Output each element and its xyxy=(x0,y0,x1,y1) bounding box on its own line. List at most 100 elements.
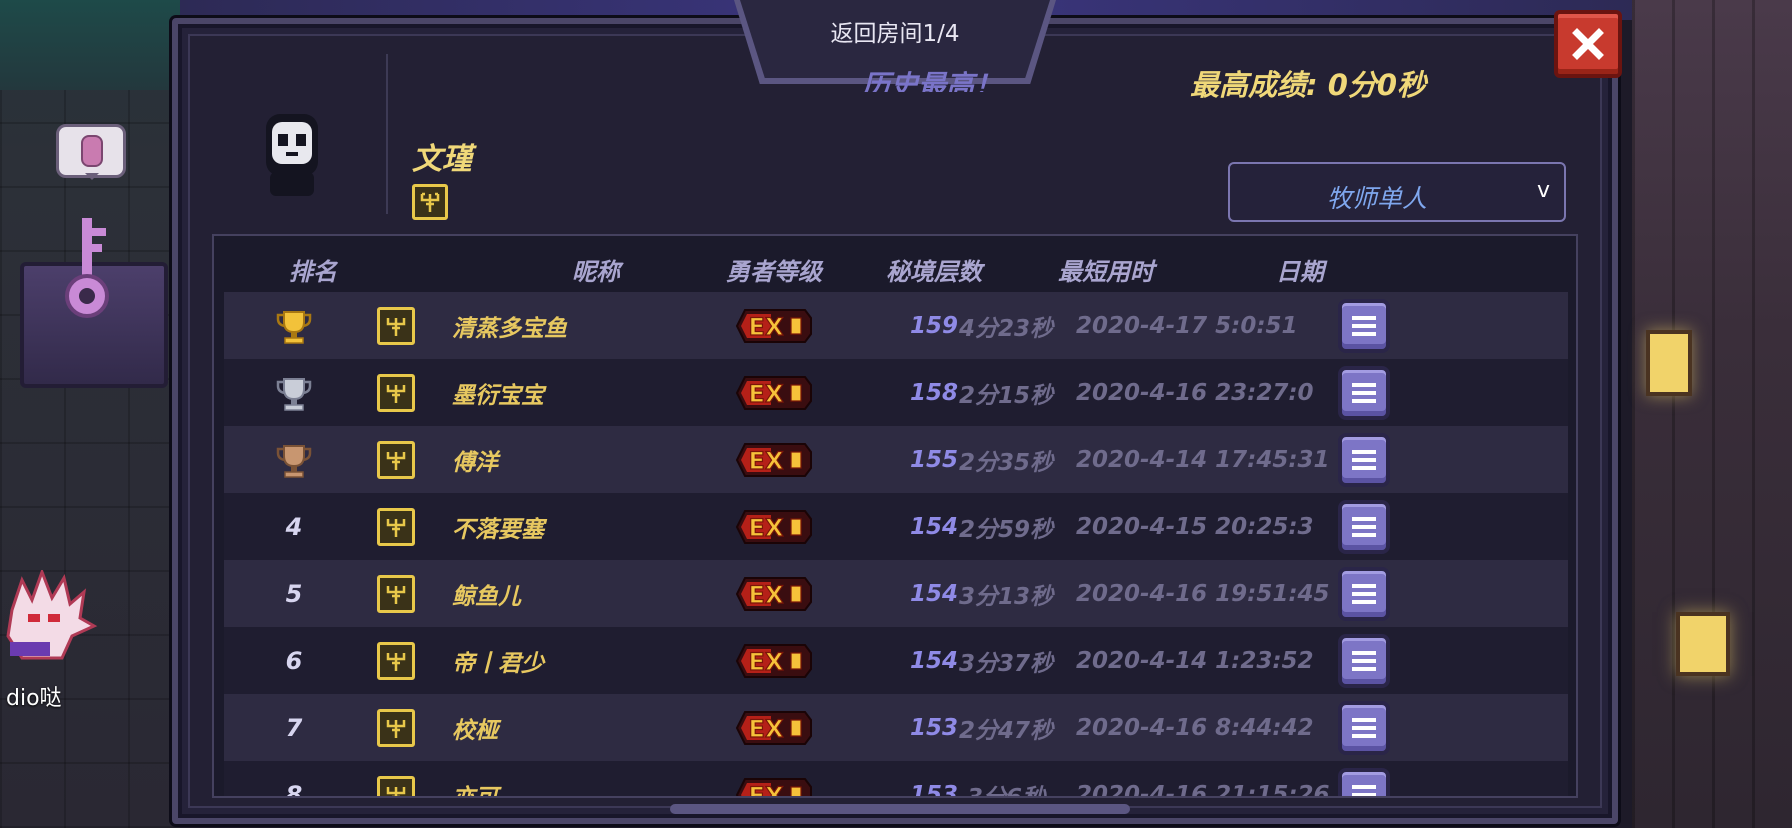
rank-number: 4 xyxy=(285,512,303,541)
rank-number: 8 xyxy=(285,780,303,798)
npc-speech-bubble[interactable] xyxy=(56,124,126,180)
player-nameplate: dio哒 xyxy=(6,686,62,711)
table-row[interactable]: 傅洋 EX 155 2分35秒 2020-4-14 17:45:31 xyxy=(224,426,1568,493)
mode-dropdown[interactable]: 牧师单人 v xyxy=(1228,162,1566,222)
player-character-sprite[interactable] xyxy=(2,570,102,662)
table-row[interactable]: 5 鲸鱼儿 EX 154 3分13秒 2020-4-16 19:51:45 xyxy=(224,560,1568,627)
badge-cell xyxy=(366,694,426,761)
horizontal-scrollbar[interactable] xyxy=(670,804,1130,814)
nickname[interactable]: 不落要塞 xyxy=(452,510,544,544)
key-icon xyxy=(65,218,109,318)
table-row[interactable]: 清蒸多宝鱼 EX 159 4分23秒 2020-4-17 5:0:51 xyxy=(224,292,1568,359)
hero-level-cell: EX xyxy=(694,761,854,799)
row-menu-button[interactable] xyxy=(1338,298,1390,353)
table-row[interactable]: 7 校桠 EX 153 2分47秒 2020-4-16 8:44:42 xyxy=(224,694,1568,761)
ex-level-icon: EX xyxy=(735,641,813,681)
trophy-icon xyxy=(276,444,312,478)
hero-level-cell: EX xyxy=(694,560,854,627)
row-menu-button[interactable] xyxy=(1338,700,1390,755)
menu-icon xyxy=(1352,449,1376,470)
fastest-time: 2分59秒 xyxy=(958,516,1053,543)
close-button[interactable] xyxy=(1554,10,1622,78)
house-wall-right xyxy=(1632,0,1792,828)
svg-text:EX: EX xyxy=(749,447,784,475)
table-row[interactable]: 6 帝丨君少 EX 154 3分37秒 2020-4-14 1:23:52 xyxy=(224,627,1568,694)
trophy-icon xyxy=(276,310,312,344)
header-date: 日期 xyxy=(1276,258,1324,286)
fastest-time: 2分15秒 xyxy=(958,382,1053,409)
close-icon xyxy=(1572,28,1604,60)
nickname[interactable]: 鲸鱼儿 xyxy=(452,577,521,611)
class-badge xyxy=(377,507,415,546)
nickname[interactable]: 墨衍宝宝 xyxy=(452,376,544,410)
table-row[interactable]: 4 不落要塞 EX 154 2分59秒 2020-4-15 20:25:3 xyxy=(224,493,1568,560)
ex-level-icon: EX xyxy=(735,440,813,480)
table-row[interactable]: 8 亦可 EX 153 3分6秒 2020-4-16 21:15:26 xyxy=(224,761,1568,799)
svg-text:EX: EX xyxy=(749,782,784,799)
class-badge xyxy=(377,574,415,613)
action-cell xyxy=(1324,560,1404,627)
row-menu-button[interactable] xyxy=(1338,633,1390,688)
action-cell xyxy=(1324,493,1404,560)
chevron-down-icon: v xyxy=(1536,178,1550,203)
nickname-cell: 校桠 xyxy=(452,694,692,761)
nickname[interactable]: 帝丨君少 xyxy=(452,644,544,678)
nickname[interactable]: 亦可 xyxy=(452,778,498,797)
badge-cell xyxy=(366,761,426,796)
svg-text:EX: EX xyxy=(749,380,784,408)
rank-cell: 4 xyxy=(244,493,344,560)
header-floor: 秘境层数 xyxy=(886,258,982,286)
nickname[interactable]: 校桠 xyxy=(452,711,498,745)
date-value: 2020-4-16 8:44:42 xyxy=(1076,714,1314,741)
time-cell: 4分23秒 xyxy=(926,292,1086,359)
badge-cell xyxy=(366,359,426,426)
badge-cell xyxy=(366,627,426,694)
player-name: 文瑾 xyxy=(412,142,472,177)
ex-level-icon: EX xyxy=(735,373,813,413)
row-menu-button[interactable] xyxy=(1338,365,1390,420)
table-row[interactable]: 墨衍宝宝 EX 158 2分15秒 2020-4-16 23:27:0 xyxy=(224,359,1568,426)
trophy-icon xyxy=(276,377,312,411)
header-rank: 排名 xyxy=(289,258,337,286)
nickname[interactable]: 傅洋 xyxy=(452,443,498,477)
trident-badge-icon xyxy=(420,192,440,212)
fastest-time: 3分37秒 xyxy=(958,650,1053,677)
action-cell xyxy=(1324,359,1404,426)
nickname-cell: 亦可 xyxy=(452,761,692,797)
rank-cell xyxy=(244,426,344,493)
leaderboard-table[interactable]: 排名 昵称 勇者等级 秘境层数 最短用时 日期 清蒸多宝鱼 EX 159 4分23秒 2… xyxy=(212,234,1578,798)
class-badge xyxy=(377,775,415,796)
row-menu-button[interactable] xyxy=(1338,499,1390,554)
date-value: 2020-4-16 21:15:26 xyxy=(1076,781,1330,798)
rank-number: 6 xyxy=(285,646,303,675)
ex-level-icon: EX xyxy=(735,708,813,748)
date-value: 2020-4-14 17:45:31 xyxy=(1076,446,1330,473)
header-fastest: 最短用时 xyxy=(1058,258,1154,286)
row-menu-button[interactable] xyxy=(1338,566,1390,621)
hero-level-cell: EX xyxy=(694,493,854,560)
room-return-title[interactable]: 返回房间1/4 xyxy=(740,14,1050,48)
row-menu-button[interactable] xyxy=(1338,432,1390,487)
ex-level-icon: EX xyxy=(735,775,813,799)
header-hero-level: 勇者等级 xyxy=(726,258,822,286)
header-nickname: 昵称 xyxy=(572,258,620,286)
badge-cell xyxy=(366,560,426,627)
header-divider xyxy=(386,54,388,214)
time-cell: 2分47秒 xyxy=(926,694,1086,761)
lit-window xyxy=(1646,330,1692,396)
nickname-cell: 清蒸多宝鱼 xyxy=(452,292,692,359)
best-score: 最高成绩: 0分0秒 xyxy=(1190,68,1427,102)
row-menu-button[interactable] xyxy=(1338,767,1390,796)
mode-dropdown-value: 牧师单人 xyxy=(1326,184,1427,213)
fastest-time: 3分13秒 xyxy=(958,583,1053,610)
fastest-time: 2分47秒 xyxy=(958,717,1053,744)
nickname-cell: 帝丨君少 xyxy=(452,627,692,694)
nickname[interactable]: 清蒸多宝鱼 xyxy=(452,309,567,343)
svg-text:EX: EX xyxy=(749,715,784,743)
fastest-time: 4分23秒 xyxy=(958,315,1053,342)
trident-badge-icon xyxy=(386,518,406,537)
action-cell xyxy=(1324,694,1404,761)
date-value: 2020-4-17 5:0:51 xyxy=(1076,312,1298,339)
trident-badge-icon xyxy=(386,451,406,470)
badge-cell xyxy=(366,493,426,560)
